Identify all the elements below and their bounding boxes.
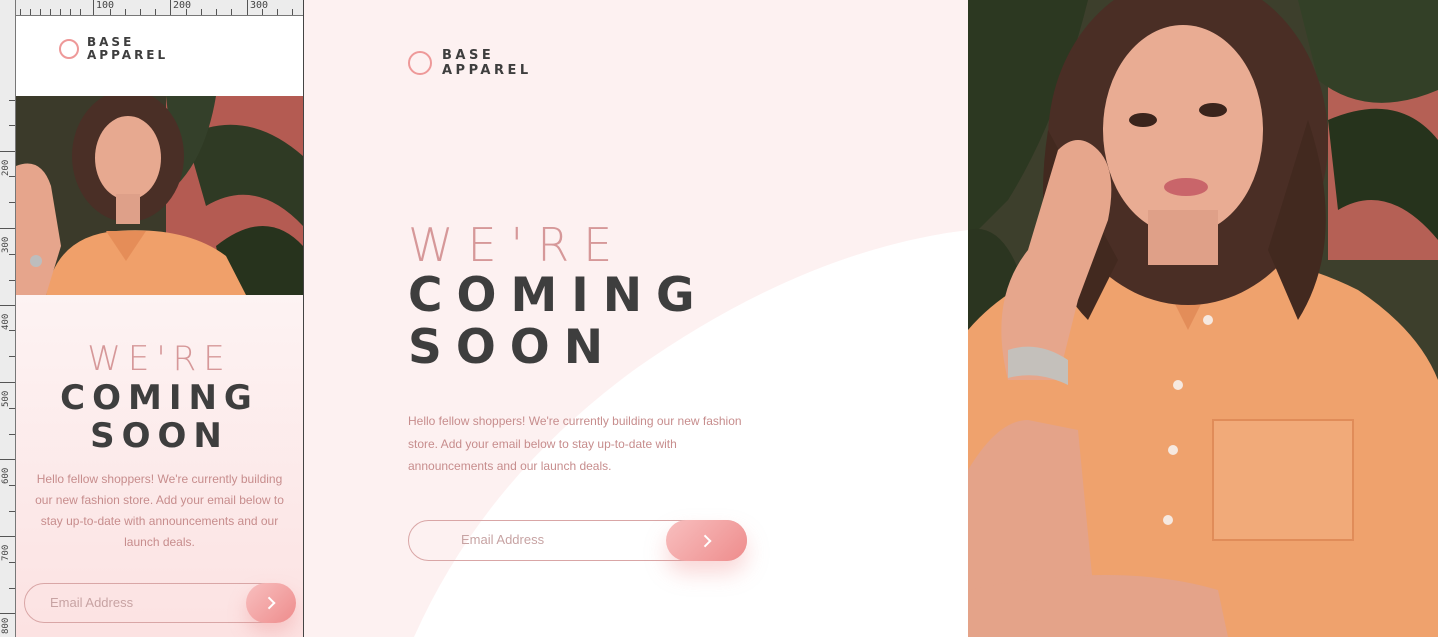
headline-soon: SOON bbox=[408, 320, 618, 375]
submit-button[interactable] bbox=[666, 520, 747, 561]
chevron-right-icon bbox=[698, 534, 712, 547]
email-placeholder: Email Address bbox=[50, 595, 134, 610]
email-placeholder: Email Address bbox=[461, 532, 545, 547]
ruler-label: 700 bbox=[1, 544, 11, 561]
ring-logo-icon bbox=[408, 51, 432, 75]
ruler-label: 600 bbox=[1, 467, 11, 484]
mobile-preview: BASE APPAREL WE'RE COMING SOON Hello fel… bbox=[0, 0, 304, 637]
brand-wordmark: BASE APPAREL bbox=[87, 35, 169, 62]
ruler-label: 100 bbox=[96, 0, 115, 11]
ruler-label: 300 bbox=[1, 236, 11, 253]
brand-logo[interactable]: BASE APPAREL bbox=[59, 36, 168, 61]
headline-coming: COMING bbox=[408, 268, 709, 323]
description: Hello fellow shoppers! We're currently b… bbox=[35, 472, 284, 549]
email-form: Email Address bbox=[24, 583, 296, 623]
ring-logo-icon bbox=[59, 38, 79, 59]
ruler-label: 200 bbox=[173, 0, 192, 11]
brand-wordmark: BASE APPAREL bbox=[442, 48, 532, 78]
ruler-label: 300 bbox=[250, 0, 269, 11]
description: Hello fellow shoppers! We're currently b… bbox=[408, 414, 742, 473]
email-form: Email Address bbox=[408, 520, 747, 561]
submit-button[interactable] bbox=[246, 583, 296, 623]
chevron-right-icon bbox=[262, 596, 276, 610]
desktop-content: BASE APPAREL WE'RE COMING SOON Hello fel… bbox=[304, 0, 968, 637]
desktop-hero-photo bbox=[968, 0, 1438, 637]
ruler-label: 500 bbox=[1, 390, 11, 407]
ruler-horizontal: 100 200 300 bbox=[0, 0, 303, 16]
ruler-label: 400 bbox=[1, 313, 11, 330]
ruler-label: 800 bbox=[1, 617, 11, 634]
ruler-vertical: 200 300 400 500 600 700 800 bbox=[0, 0, 16, 637]
brand-logo[interactable]: BASE APPAREL bbox=[408, 49, 532, 77]
headline-soon: SOON bbox=[90, 416, 229, 456]
headline-welcome: WE'RE bbox=[87, 339, 232, 379]
headline-welcome: WE'RE bbox=[408, 218, 627, 272]
headline-coming: COMING bbox=[60, 378, 259, 418]
mobile-content: WE'RE COMING SOON Hello fellow shoppers!… bbox=[16, 295, 303, 637]
ruler-label: 200 bbox=[1, 159, 11, 176]
mobile-hero-photo bbox=[16, 96, 303, 295]
mobile-header: BASE APPAREL bbox=[16, 16, 303, 96]
